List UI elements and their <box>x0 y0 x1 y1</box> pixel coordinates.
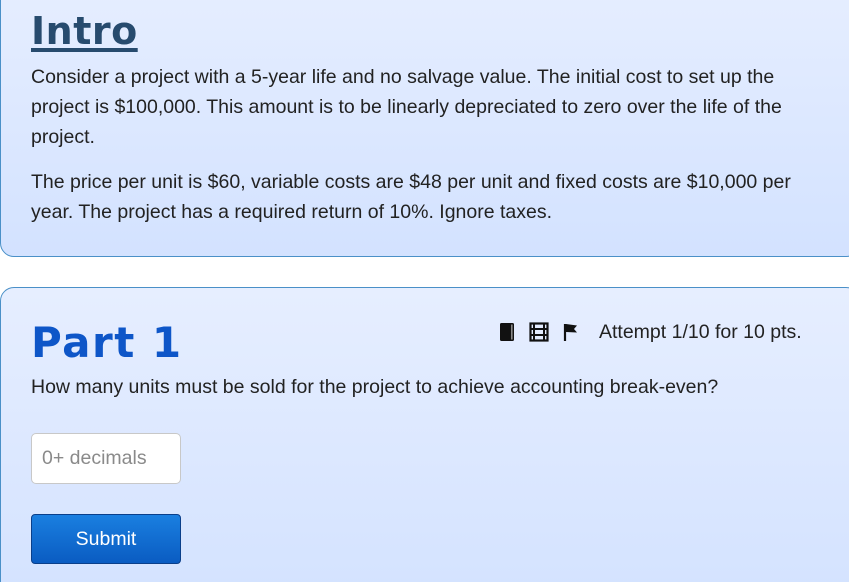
question-toolbar: Attempt 1/10 for 10 pts. <box>495 320 802 344</box>
submit-button[interactable]: Submit <box>31 514 181 564</box>
intro-title: Intro <box>31 9 138 53</box>
attempt-counter: Attempt 1/10 for 10 pts. <box>599 320 802 343</box>
book-icon[interactable] <box>495 320 519 344</box>
intro-card: Intro Consider a project with a 5-year l… <box>0 0 849 257</box>
part-title: Part 1 <box>31 318 183 367</box>
answer-input[interactable] <box>31 433 181 484</box>
flag-icon[interactable] <box>559 320 583 344</box>
film-icon[interactable] <box>527 320 551 344</box>
question-text: How many units must be sold for the proj… <box>31 376 719 398</box>
intro-paragraph-2: The price per unit is $60, variable cost… <box>31 171 791 223</box>
intro-paragraph-1: Consider a project with a 5-year life an… <box>31 66 782 148</box>
part-card: Part 1 Attempt 1/10 for 10 pts. How many… <box>0 287 849 582</box>
